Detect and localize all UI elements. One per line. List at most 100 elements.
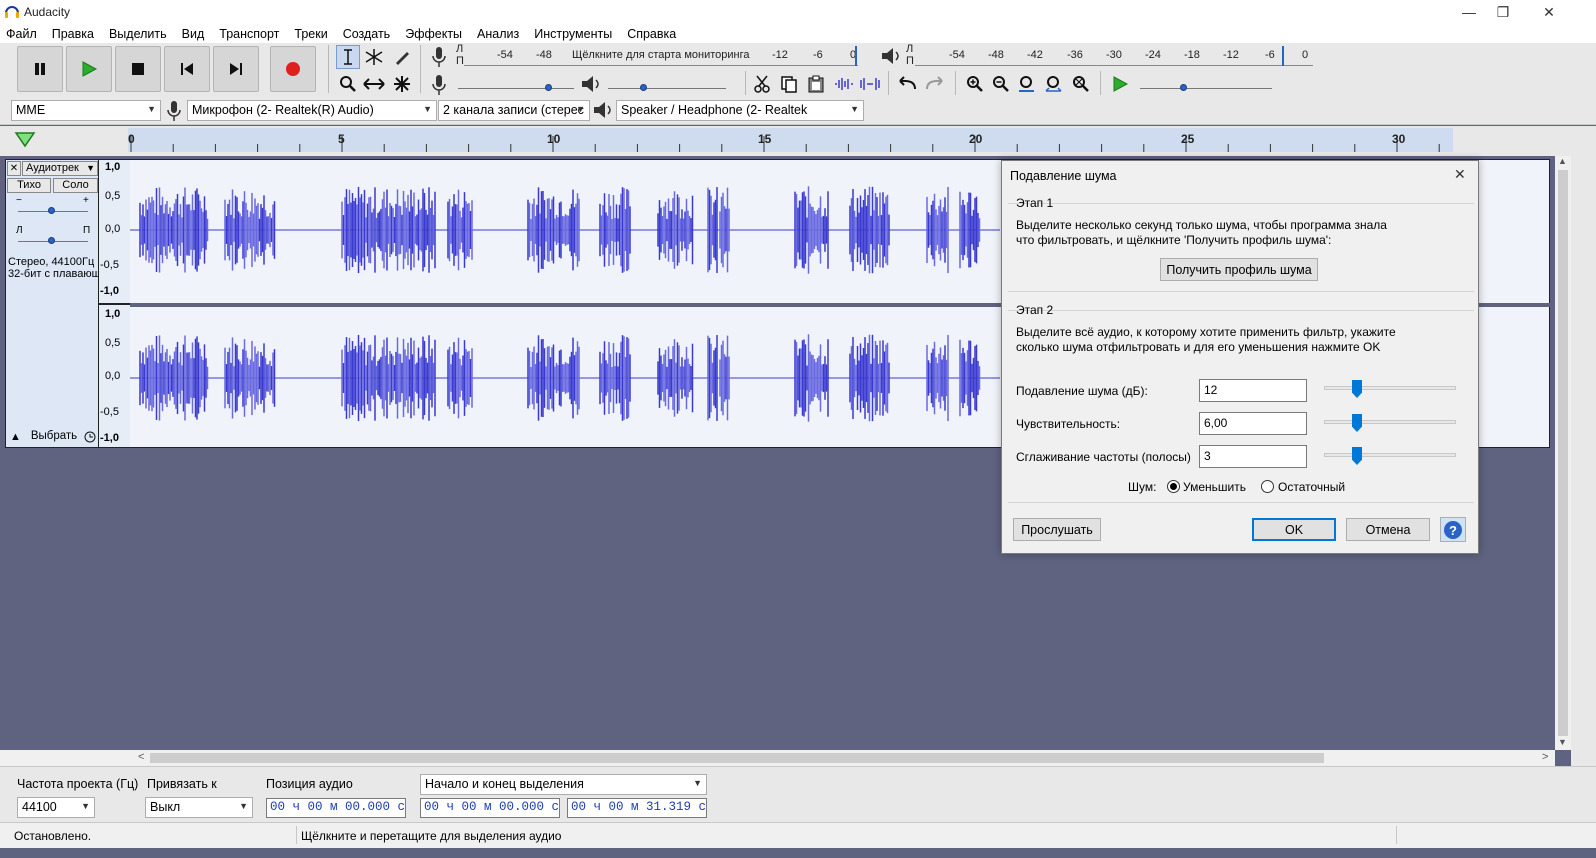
menu-file[interactable]: Файл xyxy=(6,27,37,41)
zoom-tool[interactable] xyxy=(336,72,360,96)
mute-button[interactable]: Тихо xyxy=(7,178,51,193)
close-window-button[interactable]: ✕ xyxy=(1526,0,1572,24)
scroll-down-icon[interactable]: ▼ xyxy=(1558,737,1567,747)
get-noise-profile-button[interactable]: Получить профиль шума xyxy=(1160,258,1318,281)
redo-button[interactable] xyxy=(922,72,946,96)
envelope-tool[interactable] xyxy=(362,45,386,69)
track-name-menu[interactable]: Аудиотрек ▼ xyxy=(22,161,98,176)
horizontal-scroll-thumb[interactable] xyxy=(150,753,1324,763)
selection-end-field[interactable]: 00 ч 00 м 31.319 с xyxy=(567,798,707,818)
noise-reduction-slider[interactable] xyxy=(1324,386,1456,390)
record-volume-slider[interactable] xyxy=(458,88,574,89)
ruler-tick-label: 5 xyxy=(338,132,345,146)
speaker-icon xyxy=(582,76,599,92)
snap-to-select[interactable]: Выкл ▼ xyxy=(145,797,253,818)
pause-button[interactable] xyxy=(17,46,63,92)
menu-view[interactable]: Вид xyxy=(182,27,205,41)
help-button[interactable]: ? xyxy=(1440,517,1466,542)
scale-label: 0,0 xyxy=(105,370,121,382)
audio-host-select[interactable]: MME ▼ xyxy=(11,100,161,121)
undo-button[interactable] xyxy=(896,72,920,96)
playback-device-select[interactable]: Speaker / Headphone (2- Realtek ▼ xyxy=(616,100,864,121)
pan-slider-thumb[interactable] xyxy=(48,237,55,244)
multi-tool[interactable] xyxy=(390,72,414,96)
sensitivity-slider[interactable] xyxy=(1324,420,1456,424)
menu-edit[interactable]: Правка xyxy=(52,27,94,41)
noise-residue-label[interactable]: Остаточный xyxy=(1278,479,1345,495)
fit-selection-button[interactable] xyxy=(1015,72,1039,96)
menu-help[interactable]: Справка xyxy=(627,27,676,41)
recording-channels-select[interactable]: 2 канала записи (стерес ▼ xyxy=(438,100,590,121)
track-close-button[interactable]: ✕ xyxy=(7,161,21,176)
frequency-smoothing-slider[interactable] xyxy=(1324,453,1456,457)
horizontal-scrollbar[interactable]: < > xyxy=(0,750,1555,766)
preview-button[interactable]: Прослушать xyxy=(1013,518,1101,541)
ok-button[interactable]: OK xyxy=(1252,518,1336,541)
gain-slider-thumb[interactable] xyxy=(48,207,55,214)
sensitivity-field[interactable]: 6,00 xyxy=(1199,412,1307,435)
select-track-button[interactable]: Выбрать xyxy=(26,429,82,446)
noise-residue-radio[interactable] xyxy=(1261,480,1274,493)
record-button[interactable] xyxy=(270,46,316,92)
selection-start-field[interactable]: 00 ч 00 м 00.000 с xyxy=(420,798,560,818)
menu-select[interactable]: Выделить xyxy=(109,27,167,41)
play-at-speed-button[interactable] xyxy=(1108,72,1132,96)
playback-volume-thumb[interactable] xyxy=(640,84,647,91)
noise-reduction-field[interactable]: 12 xyxy=(1199,379,1307,402)
zoom-in-button[interactable] xyxy=(963,72,987,96)
menu-tools[interactable]: Инструменты xyxy=(534,27,612,41)
noise-reduce-label[interactable]: Уменьшить xyxy=(1183,479,1246,495)
recording-device-select[interactable]: Микрофон (2- Realtek(R) Audio) ▼ xyxy=(187,100,437,121)
track-control-panel[interactable]: ✕ Аудиотрек ▼ Тихо Соло − + Л П Стерео, … xyxy=(5,159,156,448)
skip-to-end-button[interactable] xyxy=(213,46,259,92)
draw-tool[interactable] xyxy=(390,45,414,69)
restore-button[interactable]: ❐ xyxy=(1480,0,1526,24)
timeline-ruler-track[interactable] xyxy=(128,128,1453,152)
frequency-smoothing-field[interactable]: 3 xyxy=(1199,445,1307,468)
menu-effects[interactable]: Эффекты xyxy=(405,27,462,41)
time-shift-tool[interactable] xyxy=(362,72,386,96)
menu-tracks[interactable]: Треки xyxy=(294,27,327,41)
menu-generate[interactable]: Создать xyxy=(343,27,391,41)
timeline-options-icon[interactable] xyxy=(14,130,36,148)
record-volume-thumb[interactable] xyxy=(545,84,552,91)
fit-project-button[interactable] xyxy=(1042,72,1066,96)
paste-button[interactable] xyxy=(804,72,828,96)
vertical-scrollbar[interactable]: ▲ ▼ xyxy=(1555,156,1571,750)
play-button[interactable] xyxy=(66,46,112,92)
dialog-close-icon[interactable]: ✕ xyxy=(1454,166,1466,183)
copy-button[interactable] xyxy=(777,72,801,96)
menu-transport[interactable]: Транспорт xyxy=(219,27,279,41)
project-rate-select[interactable]: 44100 ▼ xyxy=(17,797,95,818)
play-speed-slider[interactable] xyxy=(1140,88,1272,89)
scroll-left-icon[interactable]: < xyxy=(138,751,144,763)
collapse-track-icon[interactable]: ▲ xyxy=(10,431,21,443)
copy-icon xyxy=(781,76,797,93)
silence-button[interactable] xyxy=(858,72,882,96)
audio-position-field[interactable]: 00 ч 00 м 00.000 с xyxy=(266,798,406,818)
menu-analyze[interactable]: Анализ xyxy=(477,27,519,41)
noise-reduction-slider-thumb[interactable] xyxy=(1352,380,1362,398)
zoom-out-button[interactable] xyxy=(989,72,1013,96)
playback-volume-slider[interactable] xyxy=(608,88,726,89)
noise-reduction-dialog: Подавление шума ✕ Этап 1 Выделите нескол… xyxy=(1001,160,1479,554)
selection-tool[interactable] xyxy=(336,45,360,69)
scroll-right-icon[interactable]: > xyxy=(1542,751,1548,763)
record-meter-l: Л xyxy=(456,43,464,55)
solo-button[interactable]: Соло xyxy=(53,178,98,193)
vertical-scroll-thumb[interactable] xyxy=(1558,170,1568,736)
cut-button[interactable] xyxy=(750,72,774,96)
cancel-button[interactable]: Отмена xyxy=(1346,518,1430,541)
noise-reduce-radio[interactable] xyxy=(1167,480,1180,493)
stop-button[interactable] xyxy=(115,46,161,92)
sensitivity-slider-thumb[interactable] xyxy=(1352,414,1362,432)
selection-mode-select[interactable]: Начало и конец выделения ▼ xyxy=(420,774,707,795)
zoom-toggle-button[interactable] xyxy=(1069,72,1093,96)
frequency-smoothing-slider-thumb[interactable] xyxy=(1352,447,1362,465)
trim-button[interactable] xyxy=(832,72,856,96)
skip-to-start-button[interactable] xyxy=(164,46,210,92)
snap-to-label: Привязать к xyxy=(147,777,217,791)
scroll-up-icon[interactable]: ▲ xyxy=(1558,156,1567,166)
play-speed-thumb[interactable] xyxy=(1180,84,1187,91)
record-meter-hint[interactable]: Щёлкните для старта мониторинга xyxy=(572,49,749,61)
